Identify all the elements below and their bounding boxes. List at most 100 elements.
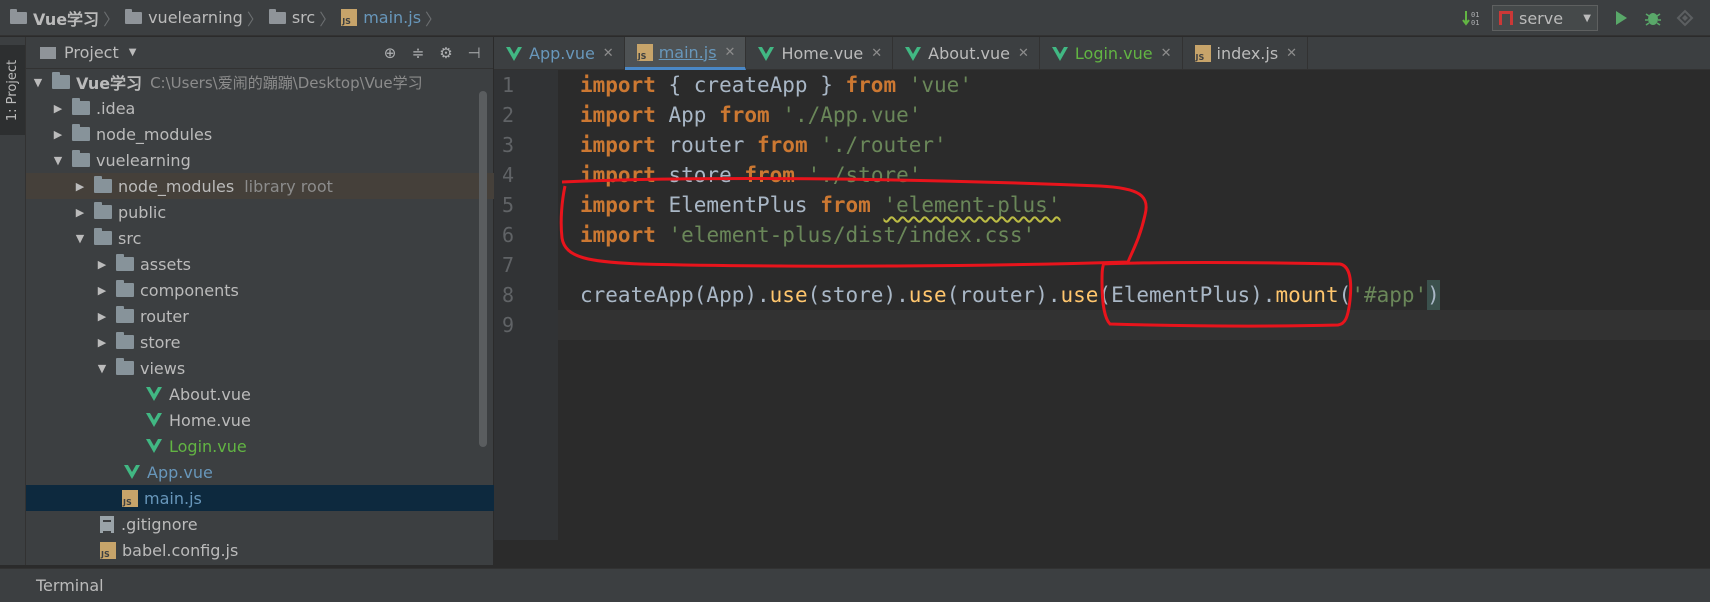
tab-about-vue[interactable]: About.vue ✕ [893,37,1040,70]
line-number-gutter[interactable]: 1 2 3 4 5 6 7 8 9 [494,70,572,540]
keyword: from [820,193,871,217]
tree-item-gitignore[interactable]: .gitignore [26,511,567,537]
keyword: import [580,103,656,127]
collapsed-arrow-icon[interactable]: ▶ [96,258,108,271]
tree-item-label: store [140,332,181,352]
tab-login-vue[interactable]: Login.vue ✕ [1040,37,1183,70]
close-icon[interactable]: ✕ [1161,46,1172,61]
breadcrumb-file-label: main.js [363,8,422,27]
folder-icon [72,124,90,141]
keyword: from [744,163,795,187]
keyword: import [580,163,656,187]
project-tree-scrollbar[interactable] [479,91,487,447]
breadcrumb-vuelearning[interactable]: vuelearning [125,0,243,36]
keyword: from [845,73,897,97]
line-number: 6 [501,223,514,247]
line-number: 8 [501,283,514,307]
collapsed-arrow-icon[interactable]: ▶ [96,336,108,349]
tab-index-js[interactable]: index.js ✕ [1183,37,1309,70]
method-call: use [908,283,947,307]
run-controls: 01 01 serve ▼ [1460,0,1710,36]
tree-item-node-modules-library[interactable]: ▶ node_modules library root [26,173,541,199]
tab-label: index.js [1216,44,1279,63]
expanded-arrow-icon[interactable]: ▼ [74,232,86,245]
text-file-icon [100,515,114,533]
tab-home-vue[interactable]: Home.vue ✕ [746,37,894,70]
folder-icon [116,306,134,323]
run-configuration-select[interactable]: serve ▼ [1492,5,1598,31]
tree-item-babel-config[interactable]: babel.config.js [26,537,567,563]
breadcrumb-src[interactable]: src [268,0,316,36]
gear-icon[interactable]: ⚙ [435,43,457,63]
method-call: use [1060,283,1099,307]
code-text: createApp(App). [580,283,770,307]
vue-file-icon [758,46,775,61]
line-number: 2 [501,103,514,127]
tree-item-idea[interactable]: ▶ .idea [26,95,519,121]
chevron-down-icon[interactable]: ▼ [129,47,137,58]
folder-icon [94,228,112,245]
collapsed-arrow-icon[interactable]: ▶ [52,102,64,115]
chevron-right-icon: 〉 [425,9,442,29]
tab-main-js[interactable]: main.js ✕ [624,37,747,70]
expanded-arrow-icon[interactable]: ▼ [32,76,44,89]
tab-app-vue[interactable]: App.vue ✕ [494,37,625,70]
tree-item-label: .idea [96,98,136,118]
close-icon[interactable]: ✕ [1018,46,1029,61]
breadcrumb-file[interactable]: main.js [341,0,421,36]
close-icon[interactable]: ✕ [603,46,614,61]
close-icon[interactable]: ✕ [871,46,882,61]
js-file-icon [122,489,138,507]
chevron-right-icon: 〉 [103,9,120,29]
coverage-icon[interactable] [1674,7,1696,29]
breadcrumb-project[interactable]: Vue学习 [10,0,99,36]
collapsed-arrow-icon[interactable]: ▶ [96,284,108,297]
keyword: from [757,133,808,157]
code-text: ElementPlus [655,193,821,217]
method-call: use [769,283,808,307]
collapse-all-icon[interactable]: ≑ [407,43,429,63]
project-tool-tab[interactable]: 1: Project [0,45,25,135]
code-text: (store). [807,283,909,307]
line-number: 4 [501,163,514,187]
terminal-tab[interactable]: Terminal [36,576,104,595]
collapsed-arrow-icon[interactable]: ▶ [74,180,86,193]
tree-item-label: babel.config.js [122,540,239,560]
tree-item-public[interactable]: ▶ public [26,199,541,225]
keyword: import [580,193,656,217]
tree-item-project-root[interactable]: ▼ Vue学习 C:\Users\爱闹的蹦蹦\Desktop\Vue学习 [26,69,499,95]
code-editor[interactable]: import { createApp } from 'vue' import A… [558,70,1710,540]
collapsed-arrow-icon[interactable]: ▶ [52,128,64,141]
expanded-arrow-icon[interactable]: ▼ [96,362,108,375]
sort-icon[interactable]: 01 01 [1460,7,1482,29]
code-text: (router). [946,283,1061,307]
tree-item-vuelearning[interactable]: ▼ vuelearning [26,147,519,173]
code-line-3: import router from './router' [580,130,947,160]
project-view-selector[interactable]: Project [64,43,119,62]
collapsed-arrow-icon[interactable]: ▶ [74,206,86,219]
navigation-bar: Vue学习 〉 vuelearning 〉 src 〉 main.js 〉 01… [0,0,1710,36]
keyword: import [580,73,656,97]
hide-panel-icon[interactable]: ⊣ [463,43,485,63]
matched-bracket: ) [1427,280,1440,310]
tab-label: App.vue [529,44,595,63]
close-icon[interactable]: ✕ [1286,46,1297,61]
locate-icon[interactable]: ⊕ [379,43,401,63]
folder-icon [72,98,90,115]
breadcrumb-src-label: src [291,8,316,27]
tree-item-label: Home.vue [169,410,251,430]
debug-icon[interactable] [1642,7,1664,29]
code-line-8: createApp(App).use(store).use(router).us… [580,280,1440,310]
run-icon[interactable] [1610,7,1632,29]
expanded-arrow-icon[interactable]: ▼ [52,154,64,167]
vue-file-icon [146,387,162,401]
close-icon[interactable]: ✕ [725,45,736,60]
project-icon [40,46,56,59]
string-literal-warning: 'element-plus' [883,193,1061,217]
vue-file-icon [905,46,922,61]
tree-item-src[interactable]: ▼ src [26,225,541,251]
project-panel: Project ▼ ⊕ ≑ ⚙ ⊣ ▼ Vue学习 C:\Users\爱闹的蹦蹦… [26,37,589,565]
string-literal: './App.vue' [782,103,922,127]
tree-item-node-modules[interactable]: ▶ node_modules [26,121,519,147]
collapsed-arrow-icon[interactable]: ▶ [96,310,108,323]
